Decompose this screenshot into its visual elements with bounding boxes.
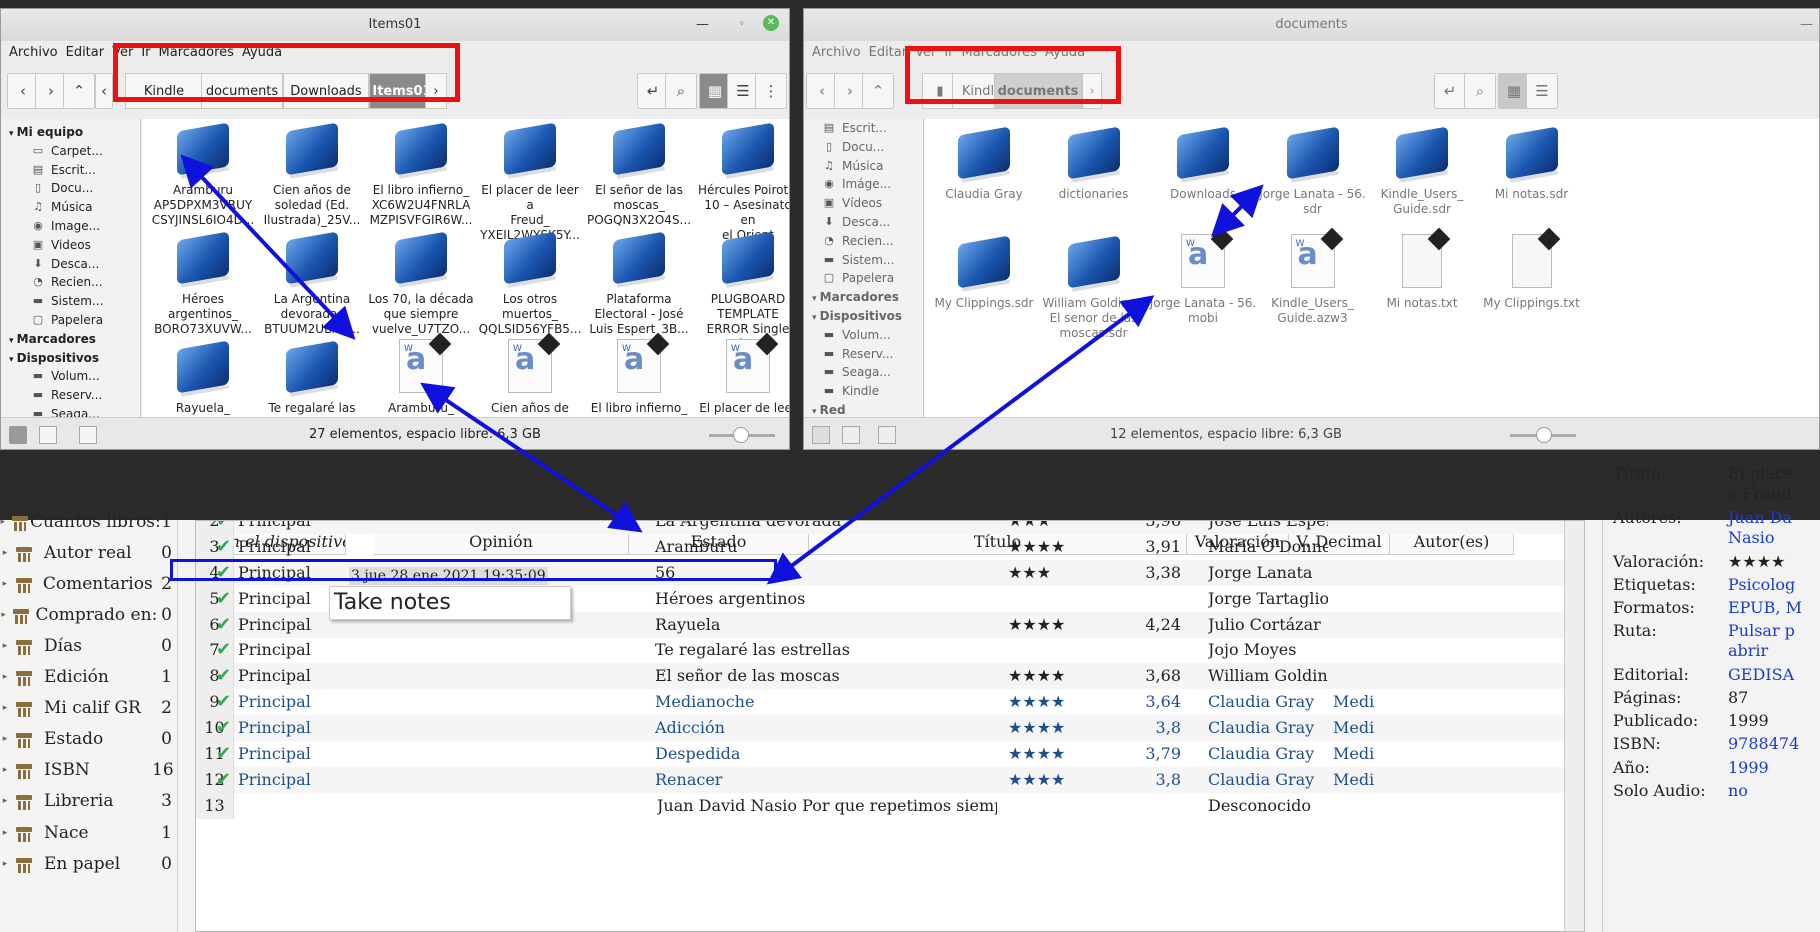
annotation-arrows xyxy=(180,154,1264,585)
arrow-argentina xyxy=(420,382,643,533)
arrow-aramburu xyxy=(180,154,356,340)
arrow-lanata-row xyxy=(766,295,1155,585)
arrow-lanata-sdr xyxy=(1211,184,1264,237)
